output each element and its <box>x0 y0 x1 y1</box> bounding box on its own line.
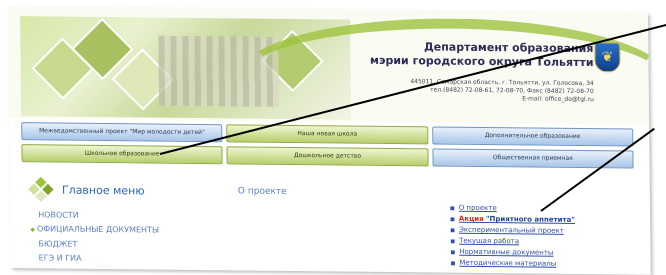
main-menu-title: Главное меню <box>61 183 145 197</box>
main-menu-list: НОВОСТИ ОФИЦИАЛЬНЫЕ ДОКУМЕНТЫ БЮДЖЕТ ЕГЭ… <box>37 208 160 266</box>
action-title[interactable]: "Приятного аппетита" <box>486 215 575 224</box>
top-navigation: Межведомственный проект "Мир молодости д… <box>21 122 634 172</box>
nav-school-education[interactable]: Школьное образование <box>21 144 223 165</box>
leaf-cluster-icon <box>28 176 54 203</box>
page-screenshot: Департамент образования мэрии городского… <box>8 6 651 275</box>
site-title-line2: мэрии городского округа Тольятти <box>369 53 594 70</box>
city-crest-icon: ❦ <box>594 42 621 73</box>
site-header: Департамент образования мэрии городского… <box>8 6 651 141</box>
menu-item-news[interactable]: НОВОСТИ <box>38 208 159 223</box>
link-methodical-materials[interactable]: Методические материалы <box>451 258 576 270</box>
main-menu-header: Главное меню <box>28 176 145 203</box>
menu-item-official-docs[interactable]: ОФИЦИАЛЬНЫЕ ДОКУМЕНТЫ <box>37 222 159 238</box>
project-links-list: О проекте Акция "Приятного аппетита" Экс… <box>450 203 575 270</box>
page-content: Главное меню НОВОСТИ ОФИЦИАЛЬНЫЕ ДОКУМЕН… <box>10 168 651 275</box>
nav-preschool[interactable]: Дошкольное детство <box>226 146 429 167</box>
menu-item-ege[interactable]: ЕГЭ И ГИА <box>39 251 160 266</box>
nav-row-2: Школьное образование Дошкольное детство … <box>21 144 634 169</box>
action-label: Акция <box>458 214 484 223</box>
nav-interagency-project[interactable]: Межведомственный проект "Мир молодости д… <box>21 122 223 143</box>
nav-additional-education[interactable]: Дополнительное образование <box>431 126 634 147</box>
menu-item-budget[interactable]: БЮДЖЕТ <box>38 237 159 252</box>
about-project-link[interactable]: О проекте <box>238 186 287 197</box>
